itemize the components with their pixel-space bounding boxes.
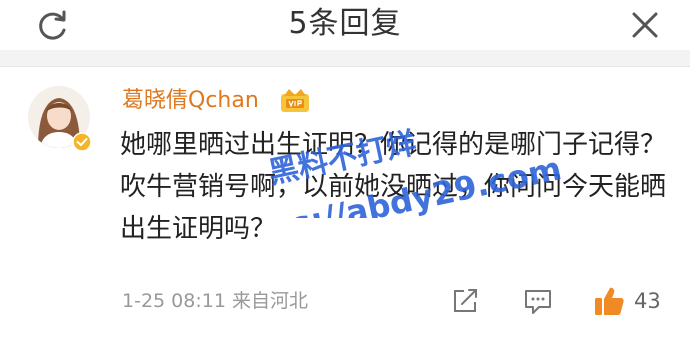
like-count: 43: [634, 289, 661, 313]
comment-timestamp: 1-25 08:11: [122, 290, 226, 312]
reply-dialog: 5条回复 葛晓倩Qchan 她哪里晒过出生证明？你记得的是哪门子记得？吹牛营销号…: [0, 0, 690, 356]
comment-text: 她哪里晒过出生证明？你记得的是哪门子记得？吹牛营销号啊，以前她没晒过，你问问今天…: [120, 130, 667, 244]
comment-username[interactable]: 葛晓倩Qchan: [122, 86, 259, 116]
comment-meta: 1-25 08:11 来自河北: [122, 288, 308, 314]
dialog-header: 5条回复: [0, 0, 690, 51]
like-icon[interactable]: [592, 284, 626, 318]
dialog-title: 5条回复: [288, 6, 402, 41]
share-icon[interactable]: [450, 286, 480, 316]
header-divider: [0, 50, 690, 67]
close-icon[interactable]: [628, 8, 662, 42]
comment-source: 来自河北: [231, 290, 308, 312]
verified-icon: [72, 132, 92, 152]
vip-crown-icon: [281, 89, 309, 112]
comment-icon[interactable]: [522, 286, 554, 316]
